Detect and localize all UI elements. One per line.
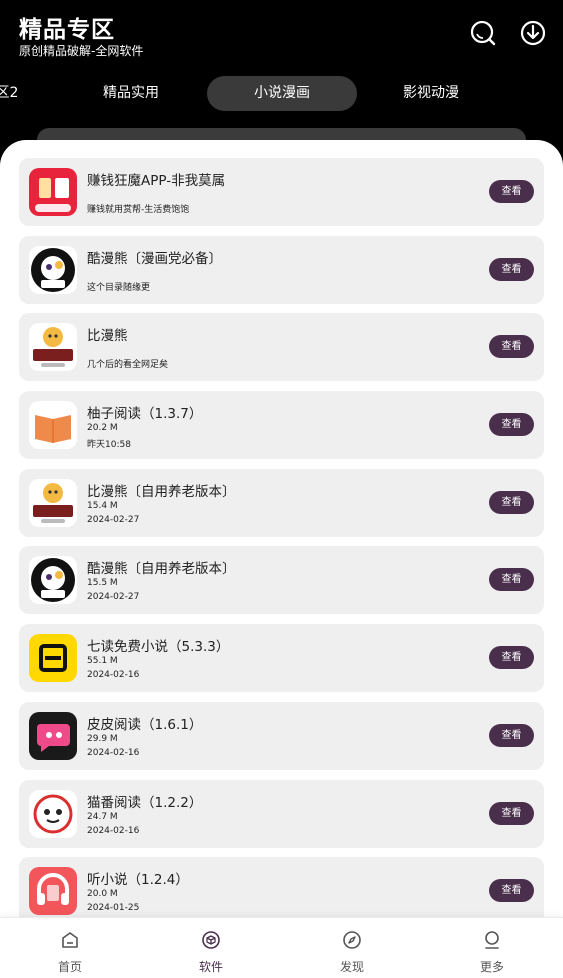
app-icon [29,789,77,838]
nav-software-label: 软件 [198,960,223,974]
app-icon [29,323,77,372]
app-title: 赚钱狂魔APP-非我莫属 [87,173,226,189]
app-card[interactable]: 柚子阅读（1.3.7） 20.2 M 昨天10:58 查看 [19,391,544,460]
category-tabs: 区2 精品实用 小说漫画 影视动漫 [0,76,563,111]
app-icon [29,711,77,760]
app-card[interactable]: 酷漫熊〔漫画党必备〕这个目录随缘更 查看 [19,235,544,304]
download-icon [520,20,546,46]
app-title: 酷漫熊〔漫画党必备〕 [87,250,222,267]
app-icon [29,401,77,450]
nav-software[interactable]: 软件 [171,918,251,978]
app-date: 2024-02-16 [87,825,140,836]
page-title: 精品专区 [19,17,115,43]
view-button[interactable]: 查看 [489,801,534,825]
tab-prev[interactable]: 区2 [0,76,22,111]
kumanxiong-app-icon [29,556,77,605]
app-date: 2024-01-25 [87,903,140,914]
app-icon [29,168,77,216]
app-date: 2024-02-27 [87,514,140,525]
app-size: 15.5 M [87,578,118,589]
app-date: 昨天10:58 [87,440,131,451]
app-title: 猫番阅读（1.2.2） [87,794,203,811]
cat-app-icon [29,789,77,838]
app-size: 24.7 M [87,811,118,822]
nav-home[interactable]: 首页 [30,918,110,978]
app-icon [29,245,77,294]
app-icon [29,867,77,916]
view-button[interactable]: 查看 [489,413,534,437]
page-subtitle: 原创精品破解-全网软件 [19,44,144,58]
download-button[interactable] [518,18,548,48]
view-button[interactable]: 查看 [489,180,534,203]
bimanxiong-app-icon [29,478,77,527]
app-size: 55.1 M [87,656,118,667]
kumanxiong-app-icon [29,245,77,294]
app-date: 2024-02-27 [87,592,140,603]
app-card[interactable]: 赚钱狂魔APP-非我莫属赚钱就用赏帮-生活费饱饱 查看 [19,158,544,226]
shangbang-app-icon [29,168,77,216]
app-card[interactable]: 比漫熊几个后的看全网足矣 查看 [19,313,544,382]
app-card[interactable]: 比漫熊〔自用养老版本〕 15.4 M 2024-02-27 查看 [19,468,544,537]
view-button[interactable]: 查看 [489,723,534,747]
headphones-icon [29,867,77,916]
tab-video-anime[interactable]: 影视动漫 [381,76,481,111]
app-title: 比漫熊 [87,328,128,345]
app-title: 比漫熊〔自用养老版本〕 [87,483,236,500]
bimanxiong-app-icon [29,323,77,372]
nav-discover-label: 发现 [339,960,364,974]
app-list: 赚钱狂魔APP-非我莫属 赚钱就用赏帮-生活费饱饱 查看 酷漫熊〔漫画党必备〕 这个目录… [19,158,544,935]
app-title: 听小说（1.2.4） [87,872,189,889]
content-sheet: 赚钱狂魔APP-非我莫属 赚钱就用赏帮-生活费饱饱 查看 酷漫熊〔漫画党必备〕 这个目录… [0,140,563,978]
app-title: 七读免费小说（5.3.3） [87,639,230,656]
app-size: 20.0 M [87,889,118,900]
top-header: 精品专区 原创精品破解-全网软件 区2 精品实用 小说漫画 影视动漫 [0,0,563,158]
app-description: 这个目录随缘更 [87,282,151,293]
bottom-nav: 首页 软件 发现 更多 [0,917,563,978]
app-size: 29.9 M [87,733,118,744]
app-icon [29,556,77,605]
view-button[interactable]: 查看 [489,879,534,903]
app-icon [29,634,77,683]
nav-discover[interactable]: 发现 [312,918,392,978]
nav-more-label: 更多 [479,960,504,974]
compass-icon [343,931,361,949]
home-icon [62,932,78,948]
view-button[interactable]: 查看 [489,490,534,514]
search-icon [470,20,496,46]
cube-icon [202,931,220,949]
tab-premium[interactable]: 精品实用 [81,76,181,111]
app-card[interactable]: 酷漫熊〔自用养老版本〕 15.5 M 2024-02-27 查看 [19,546,544,615]
app-description: 几个后的看全网足矣 [87,360,169,371]
nav-home-label: 首页 [57,960,82,974]
app-title: 酷漫熊〔自用养老版本〕 [87,561,236,578]
app-card[interactable]: 猫番阅读（1.2.2） 24.7 M 2024-02-16 查看 [19,779,544,848]
tab-novel-comic[interactable]: 小说漫画 [207,76,357,111]
user-icon [485,931,499,949]
app-card[interactable]: 听小说（1.2.4） 20.0 M 2024-01-25 查看 [19,857,544,926]
app-title: 皮皮阅读（1.6.1） [87,716,203,733]
app-size: 15.4 M [87,500,118,511]
app-description: 赚钱就用赏帮-生活费饱饱 [87,205,190,215]
qidu-app-icon [29,634,77,683]
nav-more[interactable]: 更多 [452,918,532,978]
app-icon [29,478,77,527]
book-icon [29,401,77,450]
view-button[interactable]: 查看 [489,257,534,281]
app-date: 2024-02-16 [87,670,140,681]
app-size: 20.2 M [87,423,118,434]
app-title: 柚子阅读（1.3.7） [87,406,203,423]
app-card[interactable]: 七读免费小说（5.3.3） 55.1 M 2024-02-16 查看 [19,624,544,693]
search-button[interactable] [468,18,498,48]
view-button[interactable]: 查看 [489,335,534,359]
view-button[interactable]: 查看 [489,646,534,670]
app-card[interactable]: 皮皮阅读（1.6.1） 29.9 M 2024-02-16 查看 [19,701,544,770]
app-date: 2024-02-16 [87,747,140,758]
chat-bubble-icon [29,711,77,760]
view-button[interactable]: 查看 [489,568,534,592]
